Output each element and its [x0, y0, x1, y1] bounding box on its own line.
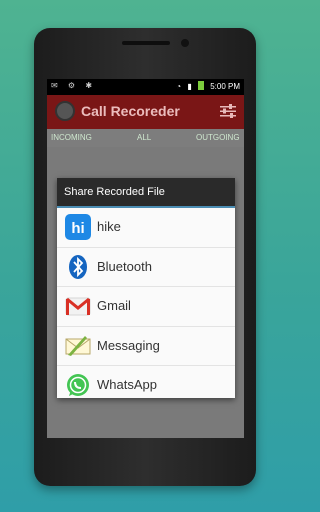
- dialog-title: Share Recorded File: [57, 178, 235, 208]
- tab-outgoing[interactable]: OUTGOING: [196, 133, 240, 142]
- share-option-gmail[interactable]: Gmail: [57, 287, 235, 327]
- notification-icons: ✉ ⚙ ✱: [51, 81, 97, 90]
- share-dialog: Share Recorded File hi hike Bluetooth Gm…: [57, 178, 235, 398]
- whatsapp-icon: [67, 374, 89, 396]
- tab-incoming[interactable]: INCOMING: [51, 133, 92, 142]
- battery-icon: [197, 81, 204, 90]
- option-label: WhatsApp: [97, 377, 157, 392]
- share-option-bluetooth[interactable]: Bluetooth: [57, 248, 235, 287]
- signal-icon: ▮: [187, 82, 192, 91]
- phone-frame: ✉ ⚙ ✱ ◔ ▮ 5:00 PM Call Recoreder INCOMIN…: [34, 28, 256, 486]
- clock: 5:00 PM: [210, 82, 240, 91]
- status-bar: ✉ ⚙ ✱ ◔ ▮ 5:00 PM: [47, 79, 244, 95]
- tab-all[interactable]: ALL: [137, 133, 151, 142]
- messaging-icon: [65, 335, 91, 356]
- share-option-messaging[interactable]: Messaging: [57, 327, 235, 366]
- speaker-grille: [122, 41, 170, 45]
- tab-bar: INCOMING ALL OUTGOING: [47, 129, 244, 147]
- svg-text:hi: hi: [71, 220, 84, 237]
- app-title: Call Recoreder: [81, 103, 180, 119]
- gmail-icon: [65, 297, 91, 316]
- bluetooth-icon: [69, 254, 87, 279]
- status-right: ◔ ▮ 5:00 PM: [172, 81, 240, 91]
- share-option-whatsapp[interactable]: WhatsApp: [57, 366, 235, 405]
- app-bar: Call Recoreder: [47, 95, 244, 129]
- app-logo-icon: [55, 101, 75, 121]
- option-label: Gmail: [97, 298, 131, 313]
- hike-icon: hi: [65, 214, 91, 240]
- share-option-hike[interactable]: hi hike: [57, 208, 235, 248]
- option-label: hike: [97, 219, 121, 234]
- option-label: Messaging: [97, 337, 160, 353]
- wifi-icon: ◔: [176, 82, 182, 91]
- option-label: Bluetooth: [97, 258, 152, 274]
- settings-sliders-icon[interactable]: [220, 104, 236, 118]
- front-camera: [181, 39, 189, 47]
- screen: ✉ ⚙ ✱ ◔ ▮ 5:00 PM Call Recoreder INCOMIN…: [47, 79, 244, 438]
